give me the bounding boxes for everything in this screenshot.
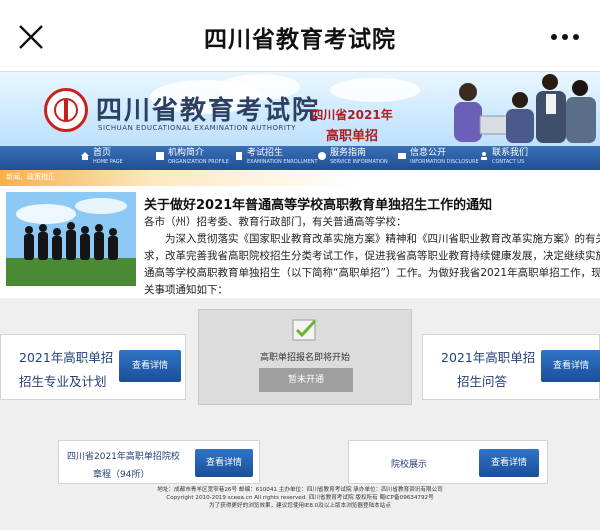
nav-item-enrollment-label: 考试招生 [247,148,284,158]
nav-item-home-label: 首页 [93,148,112,158]
card-majors-plan: 2021年高职单招 招生专业及计划 查看详情 [0,334,186,400]
main-nav: 首页 HOME PAGE 机构简介 ORGANIZATION PROFILE 考… [0,146,600,170]
card-enrollment-qa: 2021年高职单招 招生问答 查看详情 [422,334,600,400]
footer-address: 地址：成都市青羊区宽窄巷26号 邮编：610041 主办单位：四川省教育考试院 … [157,487,443,493]
nav-item-contact-label: 联系我们 [492,148,529,158]
nav-item-disclosure-sublabel: INFORMATION DISCLOSURE [410,159,479,165]
students-illustration [454,74,596,143]
nav-item-disclosure[interactable]: 信息公开 INFORMATION DISCLOSURE [398,148,479,168]
nav-item-organization-label: 机构简介 [168,148,205,158]
nav-item-service-label: 服务指南 [330,148,367,158]
card-college-charters: 四川省2021年高职单招院校 章程（94所） 查看详情 [58,440,260,484]
service-icon [318,152,326,160]
article-line: 求，改革完善我省高职院校招生分类考试工作，促进我省高等职业教育持续健康发展，决定… [144,250,600,262]
nav-item-service-sublabel: SERVICE INFORMATION [330,159,388,165]
site-footer: 地址：成都市青羊区宽窄巷26号 邮编：610041 主办单位：四川省教育考试院 … [0,486,600,510]
checkbox-icon [292,319,317,341]
banner-tagline: 四川省2021年 高职单招 [304,106,400,146]
card-majors-plan-line2: 招生专业及计划 [19,374,107,389]
view-majors-plan-button[interactable]: 查看详情 [119,350,181,382]
document-icon [236,152,242,160]
card-college-showcase-label: 院校展示 [391,460,428,470]
registration-panel: 高职单招报名即将开始 暂未开通 [198,309,412,405]
article-line: 各市（州）招考委、教育行政部门，有关普通高等学校： [144,216,407,228]
article-title[interactable]: 关于做好2021年普通高等学校高职教育单独招生工作的通知 [144,194,492,213]
view-enrollment-qa-button[interactable]: 查看详情 [541,350,600,382]
organization-icon [156,152,164,160]
contact-icon [481,152,487,160]
card-college-charters-line2: 章程（94所） [93,470,150,480]
card-college-charters-line1: 四川省2021年高职单招院校 [67,452,180,462]
card-enrollment-qa-line2: 招生问答 [457,374,508,389]
nav-item-organization-sublabel: ORGANIZATION PROFILE [168,159,229,165]
nav-item-enrollment-sublabel: EXAMINATION ENROLLMENT [247,159,318,165]
nav-item-organization[interactable]: 机构简介 ORGANIZATION PROFILE [156,148,229,168]
card-majors-plan-line1: 2021年高职单招 [19,350,114,365]
breadcrumb-text[interactable]: 新闻、政策指正 [6,172,55,182]
site-logo-icon[interactable] [44,88,88,132]
card-enrollment-qa-line1: 2021年高职单招 [441,350,536,365]
article-line: 通高等学校高职教育单独招生（以下简称“高职单招”）工作。为做好我省2021年高职… [144,267,600,279]
article-line: 关事项通知如下： [144,284,228,296]
card-college-showcase: 院校展示 查看详情 [348,440,548,484]
view-college-showcase-button[interactable]: 查看详情 [479,449,539,477]
home-icon [81,152,89,160]
not-open-button[interactable]: 暂未开通 [259,368,353,392]
cloud-decoration [330,78,420,102]
site-english-name: SICHUAN EDUCATIONAL EXAMINATION AUTHORIT… [98,124,296,132]
nav-item-disclosure-label: 信息公开 [410,148,447,158]
more-options-icon[interactable] [548,22,582,52]
site-banner: 四川省教育考试院 SICHUAN EDUCATIONAL EXAMINATION… [0,72,600,146]
registration-status-text: 高职单招报名即将开始 [259,353,350,363]
notice-article: 关于做好2021年普通高等学校高职教育单独招生工作的通知 各市（州）招考委、教育… [0,186,600,298]
nav-item-contact[interactable]: 联系我们 CONTACT US [481,148,529,168]
graduation-photo [6,192,136,286]
article-line: 为深入贯彻落实《国家职业教育改革实施方案》精神和《四川省职业教育改革实施方案》的… [144,233,600,245]
view-college-charters-button[interactable]: 查看详情 [195,449,253,477]
nav-item-contact-sublabel: CONTACT US [492,159,525,165]
info-icon [398,153,406,159]
app-bar: 四川省教育考试院 [0,0,600,72]
banner-tagline-line2: 高职单招 [325,129,378,144]
breadcrumb: 新闻、政策指正 [0,170,600,186]
nav-item-home[interactable]: 首页 HOME PAGE [81,148,123,168]
site-name: 四川省教育考试院 [96,96,321,126]
page-title: 四川省教育考试院 [204,27,396,53]
footer-browser-note: 为了获得更好的浏览效果，建议您使用IE8.0及以上版本浏览器登陆本站点 [209,503,391,509]
footer-copyright: Copyright 2010-2019 sceea.cn All rights … [166,495,434,501]
nav-item-home-sublabel: HOME PAGE [93,159,123,165]
banner-tagline-line1: 四川省2021年 [311,108,393,122]
nav-item-service[interactable]: 服务指南 SERVICE INFORMATION [318,148,388,168]
nav-item-enrollment[interactable]: 考试招生 EXAMINATION ENROLLMENT [236,148,318,168]
article-body: 各市（州）招考委、教育行政部门，有关普通高等学校： 为深入贯彻落实《国家职业教育… [144,214,600,298]
